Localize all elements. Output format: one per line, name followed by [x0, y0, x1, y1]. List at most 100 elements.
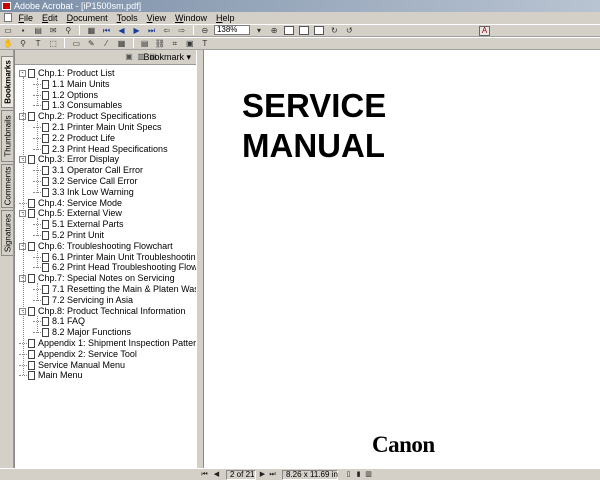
bookmark-item[interactable]: 1.1 Main Units — [33, 79, 110, 90]
menu-item[interactable]: File — [19, 12, 34, 24]
menu-item[interactable]: Help — [216, 12, 235, 24]
page-indicator[interactable]: 2 of 21 — [226, 470, 256, 480]
bookmark-chapter[interactable]: Appendix 2: Service Tool — [19, 349, 137, 360]
bookmark-page-icon — [28, 306, 35, 316]
form-tool-icon[interactable]: ▤ — [140, 39, 150, 48]
go-forward-icon[interactable]: ⇨ — [177, 26, 187, 35]
touchup-text-tool-icon[interactable]: T — [200, 39, 210, 48]
bookmark-chapter[interactable]: - Chp.3: Error Display — [19, 154, 119, 165]
bookmark-item[interactable]: 8.2 Major Functions — [33, 327, 131, 338]
bookmark-item[interactable]: 8.1 FAQ — [33, 316, 85, 327]
bookmark-menu-button[interactable]: Bookmark ▾ — [143, 51, 191, 63]
bookmark-label: Appendix 1: Shipment Inspection Pattern — [38, 338, 197, 348]
crop-tool-icon[interactable]: ⌗ — [170, 39, 180, 48]
search-icon[interactable]: ⚲ — [63, 26, 73, 35]
previous-page-status-icon[interactable]: ◀ — [212, 470, 221, 479]
bookmark-item[interactable]: 1.2 Options — [33, 90, 98, 101]
fit-width-icon[interactable] — [314, 26, 325, 35]
bookmark-chapter[interactable]: Chp.4: Service Mode — [19, 198, 122, 209]
print-icon[interactable]: ▤ — [33, 26, 43, 35]
bookmark-chapter[interactable]: - Chp.1: Product List — [19, 68, 115, 79]
next-page-icon[interactable]: ▶ — [132, 26, 142, 35]
bookmark-chapter[interactable]: - Chp.6: Troubleshooting Flowchart — [19, 241, 173, 252]
menu-item[interactable]: Tools — [117, 12, 138, 24]
bookmark-item[interactable]: 6.1 Printer Main Unit Troubleshooting — [33, 252, 197, 263]
bookmark-page-icon — [28, 69, 35, 78]
bookmark-item[interactable]: 6.2 Print Head Troubleshooting Flowc — [33, 262, 197, 273]
tab-thumbnails[interactable]: Thumbnails — [1, 110, 13, 162]
bookmark-chapter[interactable]: - Chp.2: Product Specifications — [19, 111, 156, 122]
facing-layout-icon[interactable]: ▥ — [364, 470, 373, 479]
bookmark-item[interactable]: 3.3 Ink Low Warning — [33, 187, 134, 198]
bookmark-item[interactable]: 2.3 Print Head Specifications — [33, 144, 168, 155]
bookmark-item[interactable]: 1.3 Consumables — [33, 100, 122, 111]
text-select-tool-icon[interactable]: T — [33, 39, 43, 48]
bookmark-item[interactable]: 2.1 Printer Main Unit Specs — [33, 122, 162, 133]
bookmark-item[interactable]: 7.2 Servicing in Asia — [33, 295, 133, 306]
hand-tool-icon[interactable]: ✋ — [3, 39, 13, 48]
chevron-down-icon[interactable]: ▾ — [254, 26, 264, 35]
first-page-status-icon[interactable]: ⏮ — [200, 470, 209, 479]
open-icon[interactable]: ▭ — [3, 26, 13, 35]
page-size-indicator: 8.26 x 11.69 in — [282, 470, 338, 480]
continuous-layout-icon[interactable]: ▮ — [354, 470, 363, 479]
last-page-icon[interactable]: ⏭ — [147, 26, 157, 35]
stamp-tool-icon[interactable]: ▦ — [117, 39, 127, 48]
go-back-icon[interactable]: ⇦ — [162, 26, 172, 35]
bookmark-item[interactable]: 5.1 External Parts — [33, 219, 124, 230]
next-page-status-icon[interactable]: ▶ — [258, 470, 267, 479]
fit-page-icon[interactable] — [299, 26, 310, 35]
bookmark-item[interactable]: 5.2 Print Unit — [33, 230, 104, 241]
bookmark-page-icon — [42, 144, 49, 154]
bookmark-panel-header: ▣ ▥ ▤ Bookmark ▾ — [15, 50, 197, 65]
bookmark-chapter[interactable]: - Chp.7: Special Notes on Servicing — [19, 273, 175, 284]
menu-item[interactable]: View — [147, 12, 166, 24]
collapse-icon[interactable]: - — [19, 70, 26, 77]
menu-item[interactable]: Edit — [42, 12, 58, 24]
graphics-select-tool-icon[interactable]: ⬚ — [48, 39, 58, 48]
save-icon[interactable]: ▪ — [18, 26, 28, 35]
bookmark-page-icon — [42, 263, 49, 273]
document-icon[interactable] — [4, 13, 12, 22]
last-page-status-icon[interactable]: ⏭ — [268, 470, 277, 479]
menu-item[interactable]: Window — [175, 12, 207, 24]
rotate-icon[interactable]: ↻ — [329, 26, 339, 35]
show-hide-navigation-icon[interactable]: ▦ — [86, 26, 96, 35]
zoom-level-field[interactable]: 138% — [213, 25, 250, 35]
line-tool-icon[interactable]: ⁄ — [101, 39, 111, 48]
bookmark-chapter[interactable]: Service Manual Menu — [19, 360, 125, 371]
bookmark-chapter[interactable]: - Chp.8: Product Technical Information — [19, 306, 185, 317]
link-tool-icon[interactable]: ⛓ — [155, 39, 165, 48]
bookmark-item[interactable]: 3.1 Operator Call Error — [33, 165, 143, 176]
tab-signatures[interactable]: Signatures — [1, 210, 13, 256]
bookmark-item[interactable]: 3.2 Service Call Error — [33, 176, 138, 187]
first-page-icon[interactable]: ⏮ — [101, 26, 111, 35]
new-bookmark-icon[interactable]: ▣ — [125, 53, 133, 61]
bookmark-chapter[interactable]: Main Menu — [19, 370, 83, 381]
pencil-tool-icon[interactable]: ✎ — [86, 39, 96, 48]
note-tool-icon[interactable]: ▭ — [71, 39, 81, 48]
acrobat-app-icon[interactable] — [2, 2, 11, 10]
movie-tool-icon[interactable]: ▣ — [185, 39, 195, 48]
tab-bookmarks[interactable]: Bookmarks — [1, 56, 13, 108]
rotate-clockwise-icon[interactable]: ↺ — [344, 26, 354, 35]
toolbar-separator — [132, 38, 134, 48]
previous-page-icon[interactable]: ◀ — [117, 26, 127, 35]
bookmark-chapter[interactable]: - Chp.5: External View — [19, 208, 122, 219]
tab-comments[interactable]: Comments — [1, 164, 13, 208]
bookmark-label: Chp.8: Product Technical Information — [38, 305, 186, 316]
actual-size-icon[interactable] — [284, 26, 295, 35]
zoom-out-icon[interactable]: ⊖ — [200, 26, 210, 35]
zoom-in-icon[interactable]: ⊕ — [269, 26, 279, 35]
menu-item[interactable]: Document — [67, 12, 108, 24]
email-icon[interactable]: ✉ — [48, 26, 58, 35]
bookmark-item[interactable]: 7.1 Resetting the Main & Platen Was — [33, 284, 197, 295]
tree-guide-line — [23, 77, 24, 376]
pane-splitter[interactable] — [196, 50, 204, 468]
bookmark-item[interactable]: 2.2 Product Life — [33, 133, 115, 144]
single-page-layout-icon[interactable]: ▯ — [344, 470, 353, 479]
zoom-tool-icon[interactable]: ⚲ — [18, 39, 28, 48]
bookmark-chapter[interactable]: Appendix 1: Shipment Inspection Pattern — [19, 338, 197, 349]
bookmark-page-icon — [42, 133, 49, 143]
bookmark-label: 5.2 Print Unit — [52, 230, 105, 240]
